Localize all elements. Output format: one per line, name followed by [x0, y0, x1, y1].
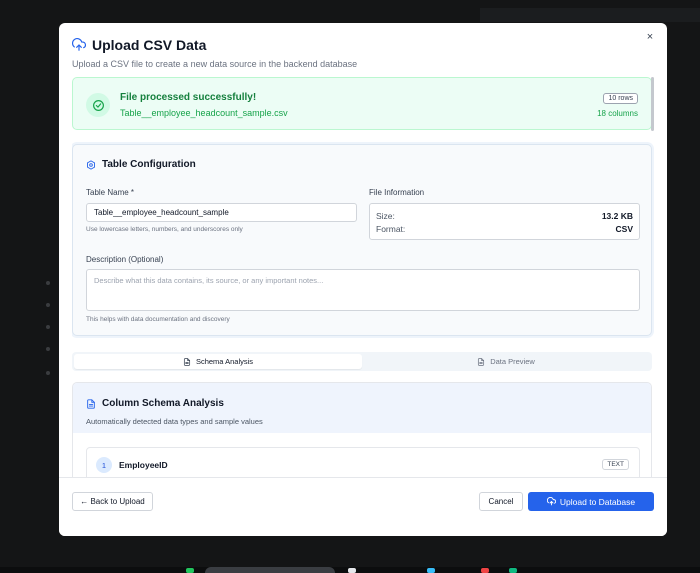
taskbar-app-icon[interactable]: [427, 568, 435, 573]
background-dot: [46, 347, 50, 351]
column-name: EmployeeID: [119, 460, 168, 470]
column-index-badge: 1: [96, 457, 112, 473]
columns-count: 18 columns: [597, 109, 638, 118]
tab-schema-analysis-label: Schema Analysis: [195, 357, 254, 366]
background-window-strip: [480, 8, 700, 22]
taskbar-app-icon[interactable]: [509, 568, 517, 573]
taskbar-search[interactable]: [205, 567, 335, 573]
file-format-value: CSV: [615, 224, 633, 234]
background-dot: [46, 371, 50, 375]
column-type-badge: TEXT: [602, 459, 629, 470]
settings-icon: [87, 159, 95, 170]
file-size-value: 13.2 KB: [601, 211, 633, 221]
table-name-input[interactable]: [86, 203, 357, 222]
success-banner: File processed successfully! Table__empl…: [72, 77, 652, 130]
check-circle-icon: [86, 93, 110, 117]
column-schema-header: Column Schema Analysis Automatically det…: [73, 383, 651, 433]
modal-header: Upload CSV Data Upload a CSV file to cre…: [72, 37, 637, 69]
taskbar-app-icon[interactable]: [348, 568, 356, 573]
taskbar-app-icon[interactable]: [186, 568, 194, 573]
background-dot: [46, 325, 50, 329]
table-configuration-card: Table Configuration Table Name * Use low…: [72, 144, 652, 336]
description-label: Description (Optional): [86, 255, 164, 264]
list-item: 1 EmployeeID TEXT: [86, 447, 640, 477]
taskbar-app-icon[interactable]: [481, 568, 489, 573]
upload-csv-modal: × Upload CSV Data Upload a CSV file to c…: [59, 23, 667, 536]
file-information-box: Size: 13.2 KB Format: CSV: [369, 203, 640, 240]
cloud-upload-icon: [546, 497, 556, 506]
background-dot: [46, 303, 50, 307]
cancel-button[interactable]: Cancel: [479, 492, 523, 511]
tab-schema-analysis[interactable]: Schema Analysis: [74, 354, 362, 369]
cloud-upload-icon: [72, 38, 86, 51]
file-format-label: Format:: [376, 224, 406, 234]
modal-title: Upload CSV Data: [92, 37, 207, 53]
upload-to-database-button[interactable]: Upload to Database: [528, 492, 654, 511]
close-button[interactable]: ×: [643, 30, 657, 44]
background-dot: [46, 281, 50, 285]
file-text-icon: [478, 357, 485, 366]
tab-data-preview-label: Data Preview: [490, 357, 535, 366]
column-schema-title: Column Schema Analysis: [102, 398, 224, 409]
description-textarea[interactable]: [86, 269, 640, 311]
modal-scroll-area[interactable]: File processed successfully! Table__empl…: [72, 77, 654, 477]
taskbar: [0, 567, 700, 573]
back-to-upload-button[interactable]: ← Back to Upload: [72, 492, 153, 511]
column-schema-subtitle: Automatically detected data types and sa…: [86, 417, 263, 426]
table-name-label: Table Name *: [86, 188, 135, 197]
schema-tabs: Schema Analysis Data Preview: [72, 352, 652, 371]
modal-subtitle: Upload a CSV file to create a new data s…: [72, 59, 358, 69]
scrollbar-thumb[interactable]: [651, 77, 654, 131]
upload-to-database-label: Upload to Database: [559, 496, 636, 507]
file-information-label: File Information: [369, 188, 425, 197]
modal-footer: ← Back to Upload Cancel Upload to Databa…: [59, 477, 667, 536]
uploaded-file-name: Table__employee_headcount_sample.csv: [120, 108, 288, 118]
description-hint: This helps with data documentation and d…: [86, 316, 230, 323]
tab-data-preview[interactable]: Data Preview: [362, 354, 650, 369]
table-configuration-title: Table Configuration: [102, 159, 196, 170]
rows-count-badge: 10 rows: [603, 93, 638, 104]
table-name-hint: Use lowercase letters, numbers, and unde…: [86, 226, 243, 233]
success-title: File processed successfully!: [120, 92, 257, 103]
file-text-icon: [87, 398, 95, 409]
column-schema-card: Column Schema Analysis Automatically det…: [72, 382, 652, 477]
file-size-label: Size:: [376, 211, 395, 221]
file-text-icon: [183, 357, 190, 366]
